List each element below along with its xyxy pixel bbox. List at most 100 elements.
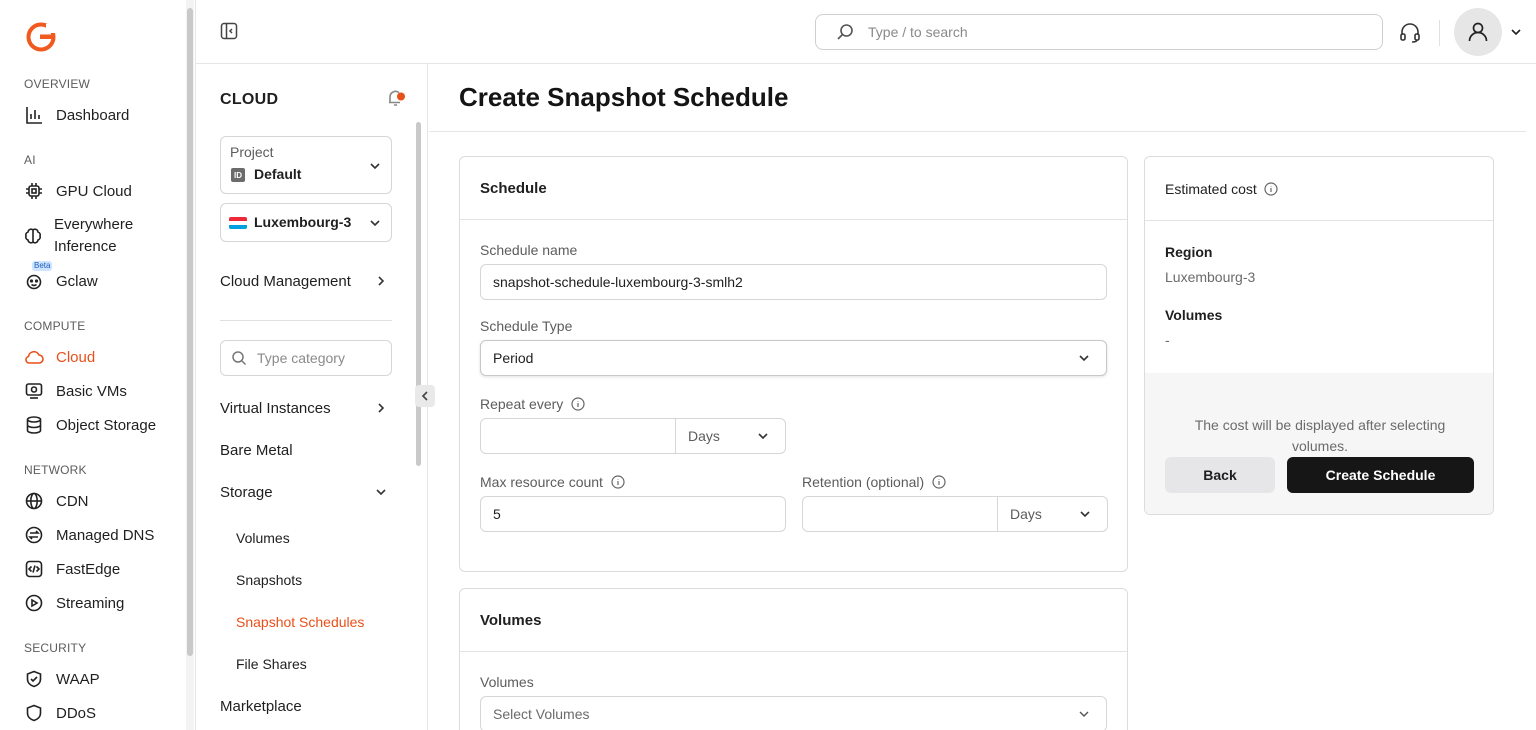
chevron-down-icon xyxy=(370,220,380,227)
ddos-icon xyxy=(24,703,44,723)
back-button[interactable]: Back xyxy=(1165,457,1275,493)
label-text: Repeat every xyxy=(480,396,564,412)
subnav-label: File Shares xyxy=(236,656,307,672)
section-ai: AI xyxy=(24,153,36,167)
label-text: Schedule name xyxy=(480,242,578,258)
nav-label: FastEdge xyxy=(56,560,121,578)
label-text: Schedule Type xyxy=(480,318,573,334)
chevron-down-icon xyxy=(1511,29,1521,36)
nav-gpu-cloud[interactable]: GPU Cloud xyxy=(24,179,132,203)
category-search-input[interactable]: Type category xyxy=(220,340,392,376)
nav-streaming[interactable]: Streaming xyxy=(24,591,124,615)
header-divider xyxy=(1439,20,1440,46)
section-network: NETWORK xyxy=(24,463,87,477)
subnav-label: Virtual Instances xyxy=(220,399,331,417)
subnav-virtual-instances[interactable]: Virtual Instances xyxy=(220,397,392,419)
subnav-label: Storage xyxy=(220,483,273,501)
brain-icon xyxy=(24,226,42,246)
subnav-snapshots[interactable]: Snapshots xyxy=(236,569,408,591)
chevron-right-icon xyxy=(378,276,385,286)
repeat-every-input[interactable]: Days xyxy=(480,418,786,454)
robot-icon: Beta xyxy=(24,261,53,291)
nav-object-storage[interactable]: Object Storage xyxy=(24,413,156,437)
dns-icon xyxy=(24,525,44,545)
subnav-file-shares[interactable]: File Shares xyxy=(236,653,408,675)
subnav-storage[interactable]: Storage xyxy=(220,481,392,503)
nav-fastedge[interactable]: FastEdge xyxy=(24,557,120,581)
chevron-down-icon xyxy=(1079,355,1089,362)
main-sidebar: OVERVIEW Dashboard AI GPU Cloud Everywhe… xyxy=(0,0,196,730)
sidebar-scroll-thumb[interactable] xyxy=(187,8,193,656)
database-icon xyxy=(24,415,44,435)
max-resource-count-input[interactable]: 5 xyxy=(480,496,786,532)
project-select[interactable]: Project ID Default xyxy=(220,136,392,194)
sidebar-scrollbar[interactable] xyxy=(186,0,194,730)
beta-badge: Beta xyxy=(32,261,53,271)
nav-basic-vms[interactable]: Basic VMs xyxy=(24,379,127,403)
project-value: Default xyxy=(254,166,302,182)
search-icon xyxy=(837,24,853,40)
nav-waap[interactable]: WAAP xyxy=(24,667,100,691)
subnav-bare-metal[interactable]: Bare Metal xyxy=(220,439,392,461)
info-icon[interactable] xyxy=(571,397,585,411)
nav-ddos[interactable]: DDoS xyxy=(24,701,96,725)
chevron-down-icon xyxy=(1080,511,1090,518)
info-icon[interactable] xyxy=(1264,181,1278,196)
label-text: Retention (optional) xyxy=(802,474,925,490)
retention-unit-value: Days xyxy=(1010,506,1042,522)
gcore-logo[interactable] xyxy=(26,22,56,52)
repeat-unit-select[interactable]: Days xyxy=(675,419,785,453)
info-icon[interactable] xyxy=(932,475,946,489)
subnav-cloud-management[interactable]: Cloud Management xyxy=(220,270,392,292)
chevron-left-icon xyxy=(421,391,428,401)
globe-icon xyxy=(24,491,44,511)
subnav-snapshot-schedules[interactable]: Snapshot Schedules xyxy=(236,611,408,633)
cost-region-label: Region xyxy=(1165,244,1213,260)
volumes-card-heading: Volumes xyxy=(460,589,1127,652)
subnav-label: Snapshots xyxy=(236,572,303,588)
repeat-every-label: Repeat every xyxy=(480,396,585,412)
volumes-select[interactable]: Select Volumes xyxy=(480,696,1107,730)
search-placeholder: Type / to search xyxy=(868,24,968,40)
nav-label: CDN xyxy=(56,492,89,510)
nav-managed-dns[interactable]: Managed DNS xyxy=(24,523,154,547)
nav-everywhere-inference[interactable]: Everywhere Inference xyxy=(24,214,174,262)
cost-region-value: Luxembourg-3 xyxy=(1165,269,1256,285)
user-menu[interactable] xyxy=(1454,8,1524,56)
schedule-type-select[interactable]: Period xyxy=(480,340,1107,376)
region-select[interactable]: Luxembourg-3 xyxy=(220,203,392,242)
play-icon xyxy=(24,593,44,613)
schedule-name-input[interactable]: snapshot-schedule-luxembourg-3-smlh2 xyxy=(480,264,1107,300)
project-label: Project xyxy=(230,144,274,160)
retention-input[interactable]: Days xyxy=(802,496,1108,532)
nav-label: Basic VMs xyxy=(56,382,127,400)
subnav-collapse-button[interactable] xyxy=(415,385,435,407)
info-icon[interactable] xyxy=(611,475,625,489)
volumes-card: Volumes Volumes Select Volumes xyxy=(459,588,1128,730)
user-icon xyxy=(1468,22,1488,42)
nav-cdn[interactable]: CDN xyxy=(24,489,89,513)
subnav-title: CLOUD xyxy=(220,91,279,108)
nav-label: DDoS xyxy=(56,704,97,722)
subnav-label: Volumes xyxy=(236,530,290,546)
chevron-down-icon xyxy=(758,433,768,440)
subnav-volumes[interactable]: Volumes xyxy=(236,527,408,549)
nav-label: Managed DNS xyxy=(56,526,155,544)
retention-unit-select[interactable]: Days xyxy=(997,497,1107,531)
global-search[interactable]: Type / to search xyxy=(815,14,1383,50)
notification-bell-icon[interactable] xyxy=(386,88,406,108)
subnav-scrollbar[interactable] xyxy=(416,122,422,726)
headset-icon[interactable] xyxy=(1398,21,1422,45)
nav-dashboard[interactable]: Dashboard xyxy=(24,103,129,127)
nav-cloud[interactable]: Cloud xyxy=(24,345,95,369)
sidebar-toggle-icon[interactable] xyxy=(220,22,238,40)
title-divider xyxy=(429,131,1526,132)
nav-gclaw[interactable]: Beta Gclaw xyxy=(24,261,98,293)
create-schedule-button[interactable]: Create Schedule xyxy=(1287,457,1474,493)
subnav-marketplace[interactable]: Marketplace xyxy=(220,695,392,717)
retention-label: Retention (optional) xyxy=(802,474,946,490)
nav-label: Dashboard xyxy=(56,106,130,124)
subnav-scroll-thumb[interactable] xyxy=(416,122,421,466)
section-security: SECURITY xyxy=(24,641,87,655)
nav-label: GPU Cloud xyxy=(56,182,132,200)
